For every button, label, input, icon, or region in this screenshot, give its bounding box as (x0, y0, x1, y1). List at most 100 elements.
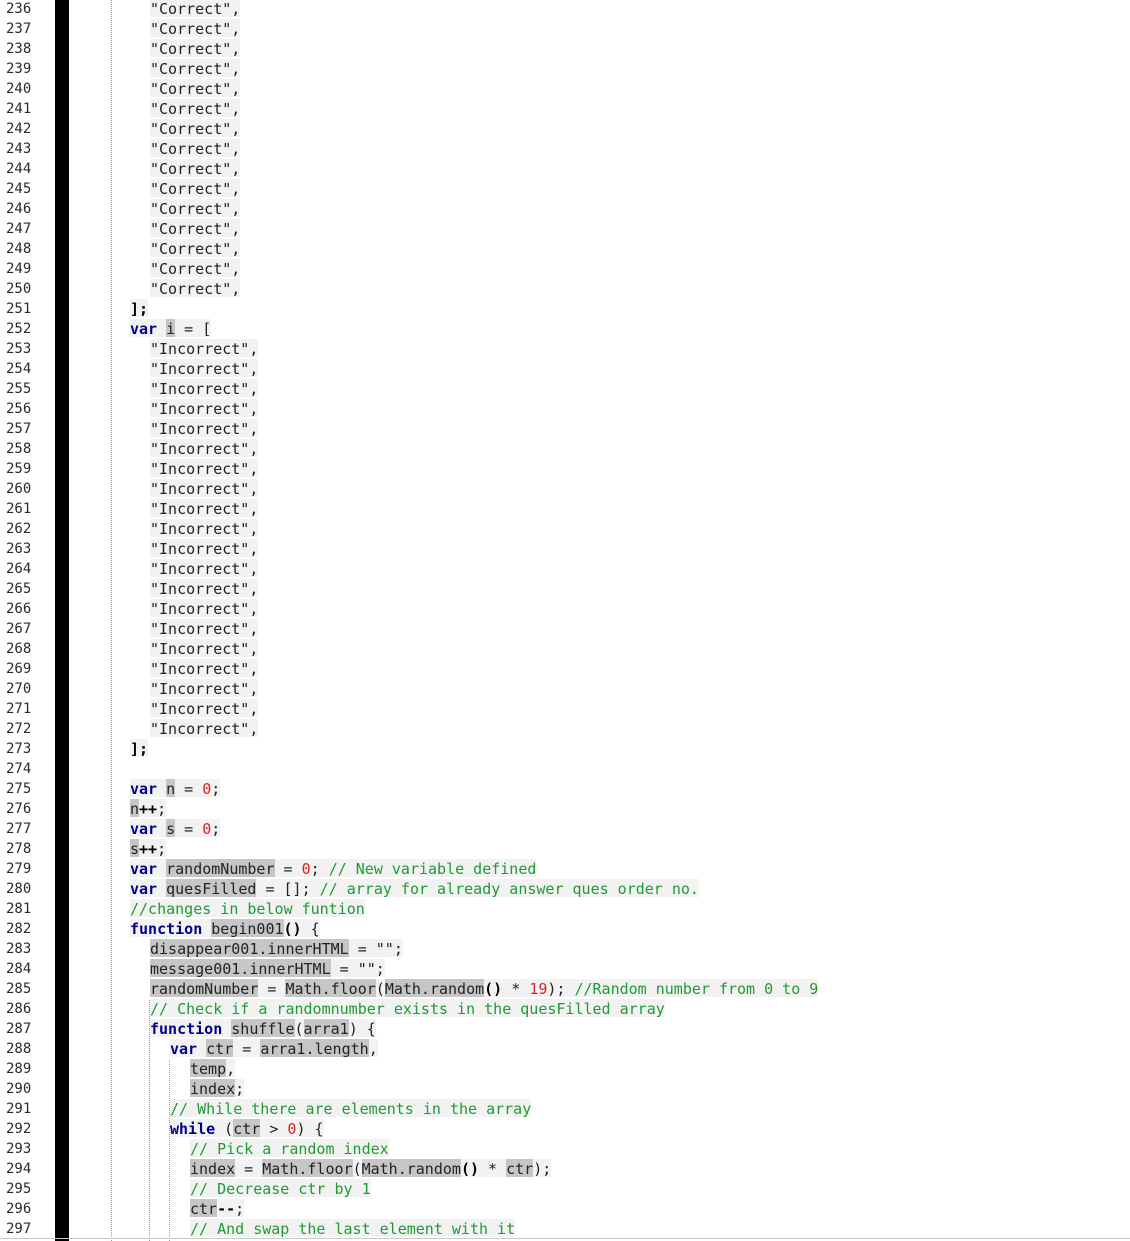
code-text[interactable]: "Incorrect", (150, 539, 259, 559)
code-text[interactable]: // While there are elements in the array (170, 1099, 532, 1119)
code-text[interactable]: "Correct", (150, 279, 241, 299)
code-line[interactable]: 241 "Correct", (0, 99, 1130, 119)
code-text[interactable]: var n = 0; (130, 779, 221, 799)
code-line[interactable]: 268 "Incorrect", (0, 639, 1130, 659)
code-editor[interactable]: 236 "Correct", 237 "Correct", 238 "Correct", 2… (0, 0, 1130, 1241)
code-line[interactable]: 292 while (ctr > 0) { (0, 1119, 1130, 1139)
code-text[interactable]: "Incorrect", (150, 699, 259, 719)
code-text[interactable]: index = Math.floor(Math.random() * ctr); (190, 1159, 552, 1179)
code-text[interactable]: "Incorrect", (150, 459, 259, 479)
code-line[interactable]: 280 var quesFilled = []; // array for alr… (0, 879, 1130, 899)
code-text[interactable]: while (ctr > 0) { (170, 1119, 324, 1139)
code-line[interactable]: 257 "Incorrect", (0, 419, 1130, 439)
code-line[interactable]: 267 "Incorrect", (0, 619, 1130, 639)
code-text[interactable]: "Incorrect", (150, 619, 259, 639)
code-text[interactable]: "Correct", (150, 159, 241, 179)
code-line[interactable]: 240 "Correct", (0, 79, 1130, 99)
code-line[interactable]: 296 ctr--; (0, 1199, 1130, 1219)
code-text[interactable]: var i = [ (130, 319, 212, 339)
code-line[interactable]: 286 // Check if a randomnumber exists in … (0, 999, 1130, 1019)
code-text[interactable]: // And swap the last element with it (190, 1219, 516, 1239)
code-line[interactable]: 276 n++; (0, 799, 1130, 819)
code-line[interactable]: 295 // Decrease ctr by 1 (0, 1179, 1130, 1199)
code-line[interactable]: 256 "Incorrect", (0, 399, 1130, 419)
code-line[interactable]: 260 "Incorrect", (0, 479, 1130, 499)
code-text[interactable]: var quesFilled = []; // array for alread… (130, 879, 699, 899)
code-line[interactable]: 275 var n = 0; (0, 779, 1130, 799)
code-line[interactable]: 294 index = Math.floor(Math.random() * ct… (0, 1159, 1130, 1179)
code-line[interactable]: 289 temp, (0, 1059, 1130, 1079)
code-text[interactable]: "Correct", (150, 99, 241, 119)
code-text[interactable]: n++; (130, 799, 167, 819)
code-text[interactable]: // Decrease ctr by 1 (190, 1179, 371, 1199)
code-line[interactable]: 263 "Incorrect", (0, 539, 1130, 559)
code-line[interactable]: 277 var s = 0; (0, 819, 1130, 839)
code-line[interactable]: 242 "Correct", (0, 119, 1130, 139)
code-text[interactable]: temp, (190, 1059, 236, 1079)
code-text[interactable]: // Pick a random index (190, 1139, 389, 1159)
code-text[interactable]: "Correct", (150, 19, 241, 39)
code-line[interactable]: 284 message001.innerHTML = ""; (0, 959, 1130, 979)
code-line[interactable]: 272 "Incorrect", (0, 719, 1130, 739)
code-line[interactable]: 269 "Incorrect", (0, 659, 1130, 679)
code-text[interactable]: "Incorrect", (150, 719, 259, 739)
code-text[interactable]: "Correct", (150, 0, 241, 19)
code-line[interactable]: 244 "Correct", (0, 159, 1130, 179)
code-text[interactable]: "Incorrect", (150, 479, 259, 499)
code-line[interactable]: 265 "Incorrect", (0, 579, 1130, 599)
code-text[interactable]: "Incorrect", (150, 659, 259, 679)
code-line[interactable]: 266 "Incorrect", (0, 599, 1130, 619)
code-text[interactable]: ]; (130, 739, 149, 759)
code-line[interactable]: 243 "Correct", (0, 139, 1130, 159)
code-text[interactable]: "Incorrect", (150, 379, 259, 399)
code-line[interactable]: 288 var ctr = arra1.length, (0, 1039, 1130, 1059)
code-text[interactable]: "Correct", (150, 119, 241, 139)
code-line[interactable]: 247 "Correct", (0, 219, 1130, 239)
code-line[interactable]: 238 "Correct", (0, 39, 1130, 59)
code-line[interactable]: 261 "Incorrect", (0, 499, 1130, 519)
code-text[interactable]: "Incorrect", (150, 639, 259, 659)
code-line[interactable]: 281 //changes in below funtion (0, 899, 1130, 919)
code-text[interactable]: "Incorrect", (150, 559, 259, 579)
code-line[interactable]: 237 "Correct", (0, 19, 1130, 39)
code-line[interactable]: 258 "Incorrect", (0, 439, 1130, 459)
code-line[interactable]: 264 "Incorrect", (0, 559, 1130, 579)
code-text[interactable]: //changes in below funtion (130, 899, 365, 919)
code-line[interactable]: 291 // While there are elements in the ar… (0, 1099, 1130, 1119)
code-line[interactable]: 273]; (0, 739, 1130, 759)
code-line[interactable]: 255 "Incorrect", (0, 379, 1130, 399)
code-line[interactable]: 290 index; (0, 1079, 1130, 1099)
code-line[interactable]: 259 "Incorrect", (0, 459, 1130, 479)
code-text[interactable]: // Check if a randomnumber exists in the… (150, 999, 665, 1019)
code-text[interactable]: "Incorrect", (150, 679, 259, 699)
code-line[interactable]: 283 disappear001.innerHTML = ""; (0, 939, 1130, 959)
code-text[interactable]: "Correct", (150, 259, 241, 279)
code-text[interactable]: "Incorrect", (150, 419, 259, 439)
code-line[interactable]: 293 // Pick a random index (0, 1139, 1130, 1159)
code-text[interactable]: var randomNumber = 0; // New variable de… (130, 859, 537, 879)
code-text[interactable]: var s = 0; (130, 819, 221, 839)
code-line[interactable]: 278 s++; (0, 839, 1130, 859)
code-line[interactable]: 287 function shuffle(arra1) { (0, 1019, 1130, 1039)
code-line[interactable]: 282 function begin001() { (0, 919, 1130, 939)
code-text[interactable]: "Incorrect", (150, 439, 259, 459)
code-text[interactable]: "Incorrect", (150, 339, 259, 359)
code-line[interactable]: 262 "Incorrect", (0, 519, 1130, 539)
code-text[interactable]: "Correct", (150, 59, 241, 79)
code-text[interactable]: "Incorrect", (150, 599, 259, 619)
code-text[interactable]: randomNumber = Math.floor(Math.random() … (150, 979, 819, 999)
code-text[interactable]: "Correct", (150, 239, 241, 259)
code-text[interactable]: ]; (130, 299, 149, 319)
code-line[interactable]: 248 "Correct", (0, 239, 1130, 259)
code-text[interactable]: ctr--; (190, 1199, 245, 1219)
code-line[interactable]: 251]; (0, 299, 1130, 319)
code-line[interactable]: 297 // And swap the last element with it (0, 1219, 1130, 1239)
code-text[interactable]: "Incorrect", (150, 359, 259, 379)
code-text[interactable]: "Incorrect", (150, 399, 259, 419)
code-text[interactable]: "Correct", (150, 179, 241, 199)
code-text[interactable]: function begin001() { (130, 919, 320, 939)
code-line[interactable]: 254 "Incorrect", (0, 359, 1130, 379)
code-text[interactable]: s++; (130, 839, 167, 859)
code-text[interactable]: index; (190, 1079, 245, 1099)
code-text[interactable]: "Correct", (150, 39, 241, 59)
